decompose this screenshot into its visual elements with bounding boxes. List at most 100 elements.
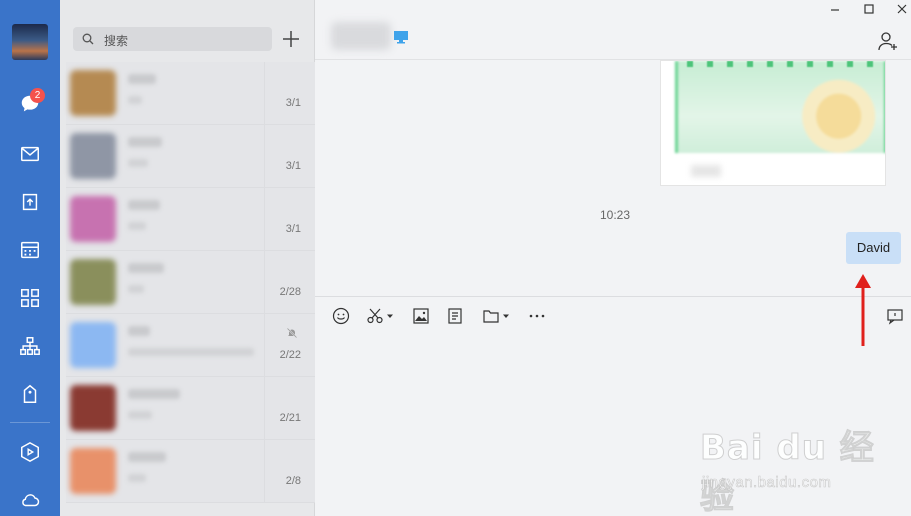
close-icon[interactable]: [895, 2, 909, 16]
send-icon: [22, 193, 38, 211]
image-button[interactable]: [412, 306, 430, 326]
row-divider: [264, 314, 265, 377]
conversation-preview: [128, 159, 148, 167]
conversation-row[interactable]: 2/22: [66, 314, 315, 377]
tag-icon: [23, 384, 37, 403]
row-divider: [264, 377, 265, 440]
image-message-caption: [691, 165, 721, 177]
conversation-name: [128, 263, 164, 273]
conversation-list: 3/1 3/1 3/1 2/28 2/22 2/21 2/8: [66, 62, 315, 503]
message-timestamp: 10:23: [599, 208, 631, 222]
emoji-icon: [332, 307, 350, 325]
minimize-icon[interactable]: [828, 2, 842, 16]
conversation-avatar: [70, 448, 116, 494]
cube-nav[interactable]: [0, 432, 60, 472]
search-icon: [82, 33, 94, 45]
more-icon: [529, 314, 545, 318]
conversation-avatar: [70, 133, 116, 179]
folder-icon: [483, 310, 499, 323]
conversation-name: [128, 389, 180, 399]
row-divider: [264, 125, 265, 188]
baidu-watermark: Bai du 经验 jingyan.baidu.com: [700, 420, 900, 516]
image-message[interactable]: [660, 60, 886, 186]
conversation-date: 3/1: [285, 97, 301, 109]
conversation-name: [128, 200, 160, 210]
cloud-icon: [22, 494, 40, 507]
image-message-content: [675, 61, 885, 153]
add-member-icon[interactable]: [877, 30, 899, 52]
send-nav[interactable]: [0, 182, 60, 222]
conversation-name: [128, 326, 150, 336]
conversation-avatar: [70, 70, 116, 116]
conversation-date: 3/1: [285, 223, 301, 235]
apps-nav[interactable]: [0, 278, 60, 318]
conversation-name: [128, 452, 166, 462]
conversation-preview: [128, 96, 142, 104]
chevron-down-icon[interactable]: [387, 313, 393, 319]
apps-icon: [21, 289, 39, 307]
unread-badge: 2: [30, 88, 45, 103]
calendar-icon: [21, 241, 39, 259]
conversation-avatar: [70, 259, 116, 305]
conversation-avatar: [70, 322, 116, 368]
conversation-name: [128, 137, 162, 147]
emoji-button[interactable]: [332, 306, 350, 326]
watermark-logo: Bai du 经验: [700, 428, 875, 516]
chat-title: [331, 22, 391, 50]
row-divider: [264, 440, 265, 503]
conversation-row[interactable]: 2/28: [66, 251, 315, 314]
conversation-preview: [128, 474, 146, 482]
mute-bell-icon: [286, 327, 298, 339]
folder-button[interactable]: [482, 306, 509, 326]
conversation-row[interactable]: 3/1: [66, 125, 315, 188]
watermark-url: jingyan.baidu.com: [702, 474, 832, 492]
conversation-row[interactable]: 2/8: [66, 440, 315, 503]
conversation-date: 2/28: [279, 286, 301, 298]
more-button[interactable]: [528, 306, 546, 326]
conversation-name: [128, 74, 156, 84]
desktop-online-icon: [394, 31, 408, 44]
chat-nav[interactable]: [0, 84, 60, 124]
image-icon: [413, 308, 429, 324]
conversation-preview: [128, 348, 254, 356]
conversation-date: 2/8: [285, 475, 301, 487]
chat-header: [315, 0, 911, 60]
conversation-avatar: [70, 196, 116, 242]
screenshot-button[interactable]: [366, 306, 393, 326]
conversation-row[interactable]: 3/1: [66, 62, 315, 125]
conversation-preview: [128, 285, 144, 293]
mail-icon: [21, 146, 39, 162]
row-divider: [264, 62, 265, 125]
org-chart-icon: [20, 337, 40, 355]
chat-history-icon: [887, 309, 903, 325]
user-avatar[interactable]: [12, 24, 48, 60]
chat-history-button[interactable]: [886, 306, 904, 326]
nav-rail: 2: [0, 0, 60, 516]
search-input[interactable]: 搜索: [73, 27, 272, 51]
conversation-list-panel: 搜索 3/1 3/1 3/1 2/28 2/22 2/21 2/8: [60, 0, 315, 516]
maximize-icon[interactable]: [862, 2, 876, 16]
conversation-date: 2/21: [279, 412, 301, 424]
image-message-pattern: [687, 61, 877, 67]
cloud-nav[interactable]: [0, 480, 60, 516]
chevron-down-icon[interactable]: [503, 313, 509, 319]
sent-message-bubble[interactable]: David: [846, 232, 901, 264]
conversation-preview: [128, 222, 146, 230]
conversation-preview: [128, 411, 152, 419]
rail-divider: [10, 422, 50, 423]
document-button[interactable]: [446, 306, 464, 326]
calendar-nav[interactable]: [0, 230, 60, 270]
org-nav[interactable]: [0, 326, 60, 366]
mail-nav[interactable]: [0, 134, 60, 174]
document-icon: [448, 308, 462, 324]
add-icon[interactable]: [280, 28, 302, 50]
tag-nav[interactable]: [0, 374, 60, 414]
conversation-avatar: [70, 385, 116, 431]
scissors-icon: [367, 308, 383, 324]
conversation-date: 3/1: [285, 160, 301, 172]
annotation-arrow-icon: [855, 274, 871, 346]
conversation-row[interactable]: 3/1: [66, 188, 315, 251]
row-divider: [264, 251, 265, 314]
search-placeholder: 搜索: [104, 34, 129, 48]
conversation-row[interactable]: 2/21: [66, 377, 315, 440]
